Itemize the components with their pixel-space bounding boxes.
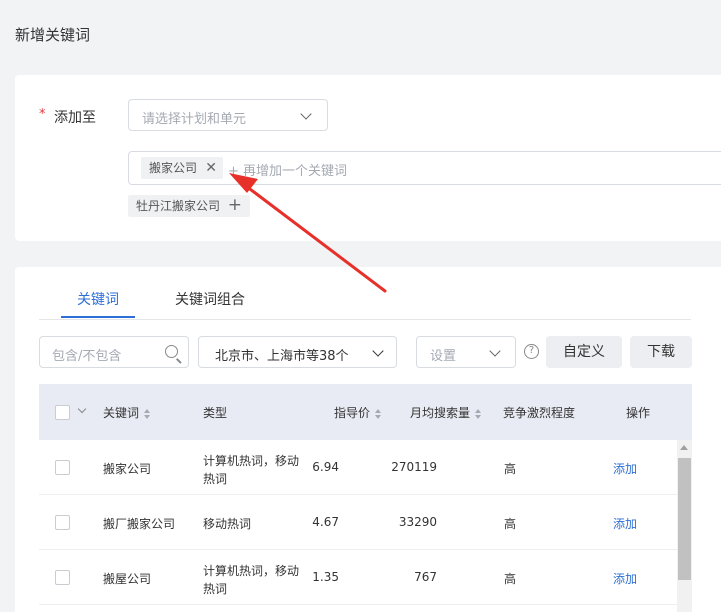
sort-icon[interactable] (475, 408, 482, 419)
row-price: 4.67 (312, 515, 339, 529)
row-competition: 高 (504, 517, 517, 531)
select-all-checkbox[interactable] (55, 405, 70, 420)
help-icon[interactable]: ? (524, 344, 539, 359)
include-exclude-search-input[interactable]: 包含/不包含 (39, 336, 189, 368)
add-to-label: 添加至 (54, 110, 96, 126)
row-checkbox[interactable] (55, 460, 70, 475)
row-checkbox[interactable] (55, 570, 70, 585)
row-add-link[interactable]: 添加 (613, 460, 637, 477)
chevron-down-icon (372, 345, 384, 357)
close-icon[interactable]: ✕ (205, 157, 217, 179)
scroll-up-icon[interactable] (680, 445, 688, 450)
page-title: 新增关键词 (15, 26, 91, 44)
row-add-link[interactable]: 添加 (613, 515, 637, 532)
region-value: 北京市、上海市等38个 (215, 349, 349, 364)
tag-label: 搬家公司 (149, 161, 198, 175)
plan-unit-select[interactable]: 请选择计划和单元 (128, 99, 328, 131)
customize-button[interactable]: 自定义 (546, 336, 622, 368)
header-type: 类型 (203, 406, 228, 420)
add-keyword-form: * 添加至 请选择计划和单元 搬家公司 ✕ + 再增加一个关键词 牡丹江搬家公司… (15, 75, 721, 241)
region-select[interactable]: 北京市、上海市等38个 (198, 336, 397, 368)
row-competition: 高 (504, 462, 517, 476)
scrollbar-thumb[interactable] (678, 458, 691, 580)
chevron-down-icon (489, 345, 501, 357)
settings-select[interactable]: 设置 (416, 336, 516, 368)
row-checkbox[interactable] (55, 515, 70, 530)
required-mark: * (39, 107, 46, 122)
row-price: 6.94 (312, 460, 339, 474)
table-row: 搬厂搬家公司 移动热词 4.67 33290 高 添加 (39, 495, 677, 550)
include-exclude-placeholder: 包含/不包含 (52, 349, 122, 364)
add-keyword-input[interactable]: + 再增加一个关键词 (228, 160, 347, 179)
row-add-link[interactable]: 添加 (613, 570, 637, 587)
header-keyword[interactable]: 关键词 (103, 404, 151, 421)
row-keyword: 搬厂搬家公司 (103, 517, 176, 531)
active-tab-indicator (61, 316, 135, 318)
row-keyword: 搬屋公司 (103, 572, 152, 586)
tab-divider (39, 319, 691, 320)
row-volume: 767 (414, 570, 437, 584)
plus-icon[interactable]: + (228, 194, 242, 216)
row-type: 计算机热词，移动热词 (203, 564, 300, 596)
row-type: 移动热词 (203, 517, 252, 531)
sort-icon[interactable] (144, 408, 151, 419)
suggested-tag-label: 牡丹江搬家公司 (136, 199, 221, 213)
selected-keyword-tag: 搬家公司 ✕ (141, 157, 223, 179)
row-volume: 270119 (391, 460, 437, 474)
sort-icon[interactable] (375, 408, 382, 419)
table-row: 搬屋公司 计算机热词，移动热词 1.35 767 高 添加 (39, 550, 677, 605)
suggested-keyword-tag[interactable]: 牡丹江搬家公司 + (128, 195, 250, 217)
tab-keywords[interactable]: 关键词 (77, 289, 119, 309)
keyword-input-box[interactable]: 搬家公司 ✕ + 再增加一个关键词 (128, 151, 721, 185)
settings-placeholder: 设置 (430, 349, 457, 364)
table-header: 关键词 类型 指导价 月均搜索量 竞争激烈程度 操作 (39, 384, 692, 440)
row-price: 1.35 (312, 570, 339, 584)
header-action: 操作 (626, 406, 651, 420)
chevron-down-icon[interactable] (77, 404, 87, 414)
row-competition: 高 (504, 572, 517, 586)
row-keyword: 搬家公司 (103, 462, 152, 476)
plan-select-placeholder: 请选择计划和单元 (142, 112, 247, 127)
tab-keyword-combinations[interactable]: 关键词组合 (175, 289, 245, 309)
header-monthly-volume[interactable]: 月均搜索量 (410, 404, 482, 421)
row-type: 计算机热词，移动热词 (203, 454, 300, 486)
table-row: 搬家公司 计算机热词，移动热词 6.94 270119 高 添加 (39, 440, 677, 495)
header-price[interactable]: 指导价 (334, 404, 382, 421)
keyword-results-panel: 关键词 关键词组合 包含/不包含 北京市、上海市等38个 设置 ? 自定义 下载… (15, 267, 721, 612)
header-competition: 竞争激烈程度 (503, 406, 576, 420)
download-button[interactable]: 下载 (630, 336, 692, 368)
row-volume: 33290 (398, 515, 437, 529)
search-icon[interactable] (165, 345, 178, 358)
chevron-down-icon (300, 108, 312, 120)
